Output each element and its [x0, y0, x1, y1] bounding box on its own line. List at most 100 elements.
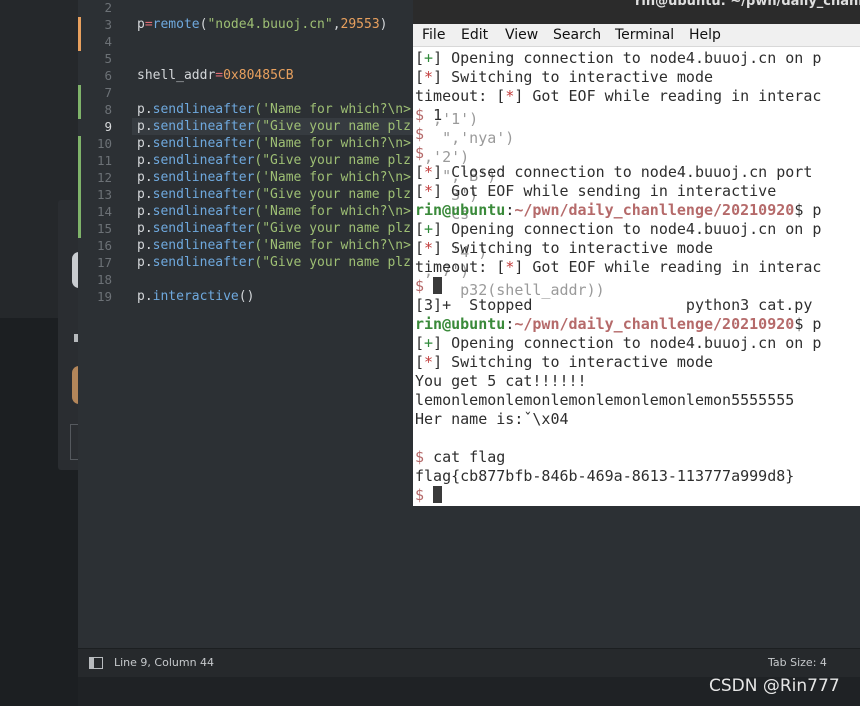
terminal-line: $	[415, 486, 443, 505]
menu-file[interactable]: File	[422, 27, 445, 43]
code-line[interactable]: p.interactive()	[137, 288, 254, 305]
terminal-text: +	[424, 334, 434, 352]
code-line[interactable]: p.sendlineafter("Give your name plz	[137, 220, 411, 237]
menu-view[interactable]: View	[505, 27, 538, 43]
code-token: p	[137, 17, 145, 32]
terminal-text: [	[415, 353, 425, 371]
watermark: CSDN @Rin777	[709, 676, 840, 696]
code-token: p	[137, 187, 145, 202]
terminal-text: ] Closed connection to node4.buuoj.cn po…	[433, 163, 813, 181]
code-token: sendlineafter	[152, 102, 255, 117]
terminal-text: *	[505, 258, 515, 276]
code-line[interactable]: shell_addr=0x80485CB	[137, 67, 294, 84]
code-token: sendlineafter	[152, 136, 255, 151]
line-number: 11	[96, 153, 112, 168]
line-gutter: 2 3 4 5 6 7 8 9 10 11 12 13 14 15 16 17 18 19	[78, 0, 132, 645]
line-number: 19	[96, 289, 112, 304]
code-line[interactable]: p=remote("node4.buuoj.cn",29553)	[137, 16, 387, 33]
terminal-line: [*] Got EOF while sending in interactive	[415, 182, 776, 201]
terminal-line: $ 1	[415, 106, 442, 125]
code-token: sendlineafter	[152, 221, 255, 236]
code-token: sendlineafter	[152, 187, 255, 202]
terminal-text: 1	[433, 106, 443, 124]
code-token: sendlineafter	[152, 255, 255, 270]
terminal-output[interactable]: ,'1') ",'nya') ,'2') ",'B') 3') Cs '4') …	[413, 47, 860, 506]
terminal-cursor	[433, 486, 443, 503]
code-line[interactable]: p.sendlineafter("Give your name plz	[137, 118, 411, 135]
code-line[interactable]: p.sendlineafter('Name for which?\n>	[137, 203, 411, 220]
terminal-text: :	[505, 315, 515, 333]
tab-size-setting[interactable]: Tab Size: 4	[768, 656, 827, 669]
code-token: sendlineafter	[152, 170, 255, 185]
code-token: .	[144, 187, 153, 202]
code-token: ("Give your name plz	[254, 153, 411, 168]
code-line[interactable]: p.sendlineafter('Name for which?\n>	[137, 135, 411, 152]
code-token: .	[144, 102, 153, 117]
code-line[interactable]: p.sendlineafter('Name for which?\n>	[137, 237, 411, 254]
terminal-line: [+] Opening connection to node4.buuoj.cn…	[415, 334, 821, 353]
terminal-text: $	[415, 125, 425, 143]
code-token: p	[137, 102, 145, 117]
code-line[interactable]: p.sendlineafter('Name for which?\n>	[137, 169, 411, 186]
menu-help[interactable]: Help	[689, 27, 721, 43]
code-token: .	[144, 170, 153, 185]
terminal-text: ~/pwn/daily_chanllenge/20210920	[514, 315, 795, 333]
terminal-text: ~/pwn/daily_chanllenge/20210920	[514, 201, 795, 219]
code-token: ,	[332, 17, 341, 32]
terminal-line: You get 5 cat!!!!!!	[415, 372, 587, 391]
code-token: ('Name for which?\n>	[254, 102, 411, 117]
terminal-text: flag{cb877bfb-846b-469a-8613-113777a999d…	[415, 467, 795, 485]
code-line[interactable]: p.sendlineafter("Give your name plz	[137, 254, 411, 271]
terminal-text: cat flag	[433, 448, 506, 466]
terminal-title-bar[interactable]: rin@ubuntu: ~/pwn/daily_chanll	[413, 0, 860, 24]
terminal-line: $ cat flag	[415, 448, 505, 467]
terminal-text: ] Got EOF while reading in interac	[514, 87, 822, 105]
code-token: interactive	[152, 289, 239, 304]
code-token: .	[144, 238, 153, 253]
menu-terminal[interactable]: Terminal	[615, 27, 674, 43]
terminal-text: [	[415, 220, 425, 238]
code-line[interactable]: p.sendlineafter('Name for which?\n>	[137, 101, 411, 118]
terminal-line: lemonlemonlemonlemonlemonlemonlemon55555…	[415, 391, 794, 410]
terminal-text: rin@ubuntu	[415, 201, 506, 219]
line-number: 10	[96, 136, 112, 151]
terminal-text: $	[415, 277, 434, 295]
terminal-line: $	[415, 277, 443, 296]
cursor-position: Line 9, Column 44	[114, 656, 215, 669]
menu-search[interactable]: Search	[553, 27, 601, 43]
terminal-line: $	[415, 144, 424, 163]
code-token: ()	[238, 289, 255, 304]
code-token: .	[144, 289, 153, 304]
terminal-text: *	[424, 353, 434, 371]
terminal-line: [*] Closed connection to node4.buuoj.cn …	[415, 163, 812, 182]
code-token: p	[137, 204, 145, 219]
terminal-text: *	[424, 182, 434, 200]
line-number: 4	[104, 34, 112, 49]
menu-edit[interactable]: Edit	[461, 27, 488, 43]
terminal-line: Her name is:ˇ\x04	[415, 410, 569, 429]
code-line[interactable]: p.sendlineafter("Give your name plz	[137, 152, 411, 169]
window-title: rin@ubuntu: ~/pwn/daily_chanll	[635, 0, 860, 9]
code-token: sendlineafter	[152, 153, 255, 168]
terminal-line: [3]+ Stopped python3 cat.py	[415, 296, 812, 315]
sidebar-toggle-icon[interactable]	[89, 657, 103, 669]
terminal-text: ] Got EOF while reading in interac	[514, 258, 822, 276]
terminal-text: lemonlemonlemonlemonlemonlemonlemon55555…	[415, 391, 795, 409]
code-token: sendlineafter	[152, 238, 255, 253]
line-number: 9	[104, 119, 112, 134]
background-window-edge	[58, 200, 86, 470]
added-mark	[78, 85, 81, 119]
code-token: ("Give your name plz	[254, 119, 411, 134]
code-line[interactable]: p.sendlineafter("Give your name plz	[137, 186, 411, 203]
terminal-window[interactable]: rin@ubuntu: ~/pwn/daily_chanll File Edit…	[413, 0, 860, 506]
line-number: 14	[96, 204, 112, 219]
terminal-text: $	[415, 144, 425, 162]
code-token: sendlineafter	[152, 204, 255, 219]
code-token: ('Name for which?\n>	[254, 204, 411, 219]
line-number: 2	[104, 0, 112, 15]
code-token: .	[144, 136, 153, 151]
code-token: p	[137, 170, 145, 185]
line-number: 6	[104, 68, 112, 83]
code-token: .	[144, 204, 153, 219]
terminal-text: ] Opening connection to node4.buuoj.cn o…	[433, 49, 822, 67]
